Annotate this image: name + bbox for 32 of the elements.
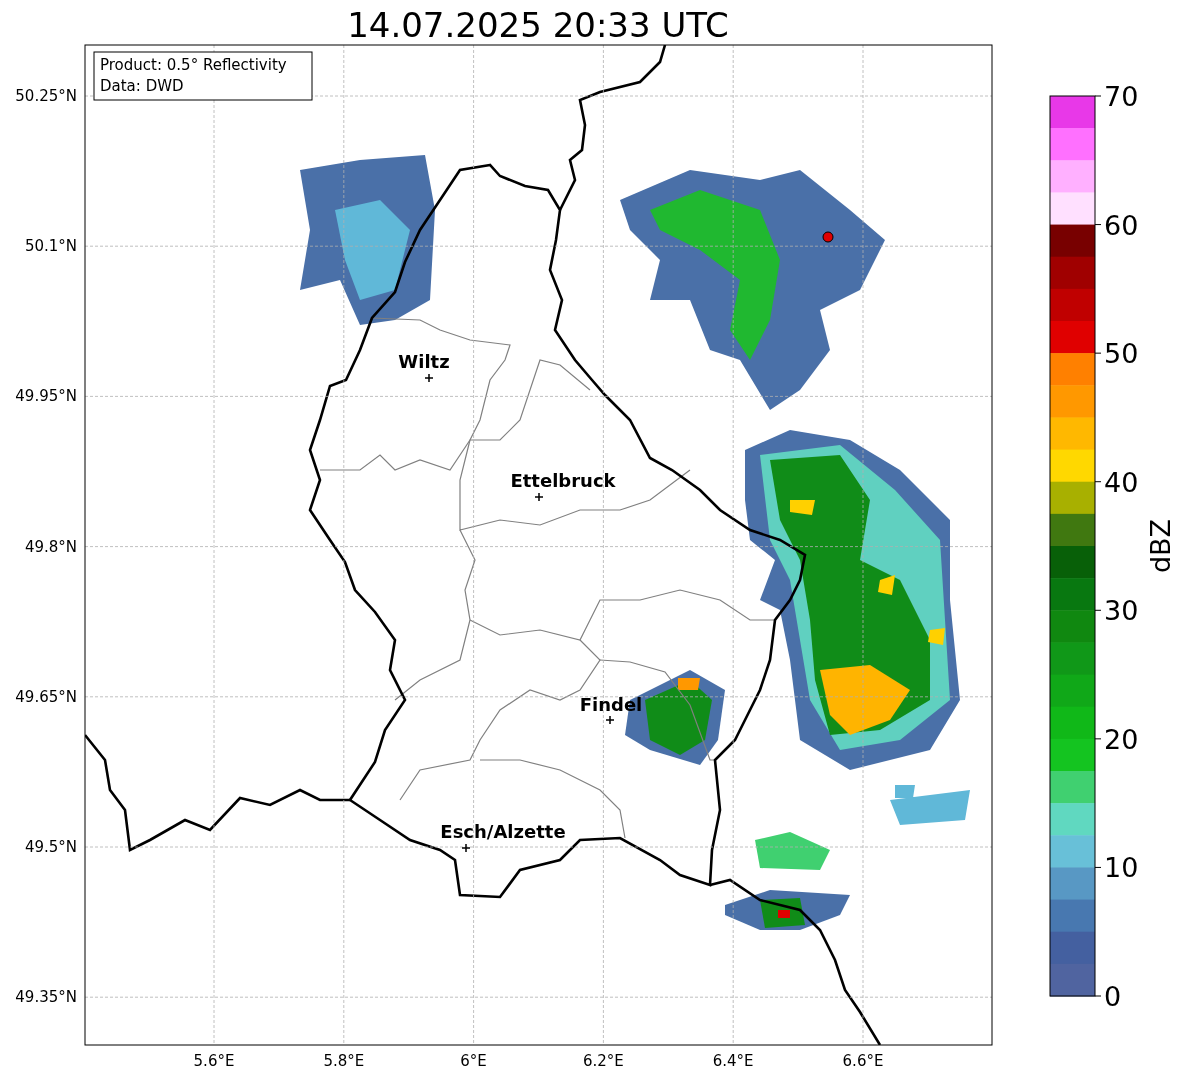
latitude-label: 49.8°N	[24, 537, 77, 556]
marker-icon	[605, 715, 615, 725]
colorbar-tick-label: 10	[1104, 852, 1139, 884]
colorbar-tick-label: 60	[1104, 209, 1139, 241]
info-text: Product: 0.5° Reflectivity	[100, 56, 287, 74]
longitude-label: 6.4°E	[712, 1052, 754, 1070]
info-text: Data: DWD	[100, 77, 184, 95]
colorbar-tick-label: 50	[1104, 338, 1139, 370]
colorbar-tick-label: 70	[1104, 81, 1139, 112]
colorbar-tick-label: 20	[1104, 723, 1139, 755]
colorbar-tick-label: 30	[1104, 595, 1139, 627]
colorbar-tick-label: 0	[1104, 981, 1122, 1012]
map-title: 14.07.2025 20:33 UTC	[347, 5, 729, 45]
latitude-label: 50.25°N	[15, 87, 77, 105]
marker-icon	[424, 373, 434, 383]
marker-icon	[461, 843, 471, 853]
place-label: Esch/Alzette	[440, 821, 566, 842]
longitude-label: 5.6°E	[193, 1052, 235, 1070]
longitude-label: 6.6°E	[842, 1052, 884, 1070]
longitude-label: 6.2°E	[583, 1052, 624, 1070]
place-label: Wiltz	[398, 351, 450, 372]
colorbar-tick-label: 40	[1104, 466, 1139, 498]
latitude-label: 50.1°N	[24, 237, 77, 256]
longitude-label: 6°E	[460, 1052, 487, 1070]
latitude-label: 49.95°N	[15, 387, 77, 406]
place-label: Ettelbruck	[510, 470, 616, 491]
latitude-label: 49.65°N	[15, 687, 77, 706]
colorbar-title: dBZ	[1145, 518, 1176, 574]
latitude-label: 49.35°N	[15, 988, 77, 1007]
marker-icon	[534, 492, 544, 502]
longitude-label: 5.8°E	[323, 1052, 365, 1070]
latitude-label: 49.5°N	[24, 838, 77, 856]
